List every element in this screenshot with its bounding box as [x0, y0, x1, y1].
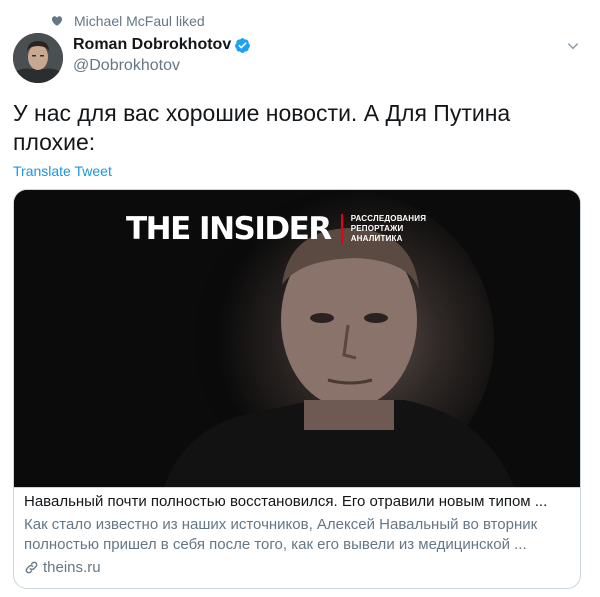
card-body[interactable]: Навальный почти полностью восстановился.…	[14, 487, 580, 588]
brand-logo: THE INSIDER РАССЛЕДОВАНИЯ РЕПОРТАЖИ АНАЛ…	[126, 212, 426, 246]
brand-divider	[340, 214, 343, 244]
chevron-down-icon[interactable]	[565, 38, 581, 54]
brand-title: THE INSIDER	[126, 211, 332, 247]
social-context[interactable]: Michael McFaul liked	[51, 11, 205, 31]
avatar[interactable]	[13, 33, 63, 83]
social-context-text: Michael McFaul liked	[74, 13, 205, 29]
card-title: Навальный почти полностью восстановился.…	[24, 493, 548, 510]
brand-tag: РЕПОРТАЖИ	[350, 224, 404, 233]
link-icon	[24, 560, 39, 575]
brand-tag: РАССЛЕДОВАНИЯ	[350, 214, 427, 223]
author-display-name[interactable]: Roman Dobrokhotov	[73, 36, 231, 54]
card-description: Как стало известно из наших источников, …	[24, 516, 538, 553]
brand-tag: АНАЛИТИКА	[350, 234, 403, 243]
card-image[interactable]: THE INSIDER РАССЛЕДОВАНИЯ РЕПОРТАЖИ АНАЛ…	[14, 190, 580, 487]
author-name-row[interactable]: Roman Dobrokhotov	[73, 36, 251, 54]
card-domain: theins.ru	[24, 559, 101, 576]
brand-tags: РАССЛЕДОВАНИЯ РЕПОРТАЖИ АНАЛИТИКА	[351, 214, 426, 244]
link-preview-card[interactable]: THE INSIDER РАССЛЕДОВАНИЯ РЕПОРТАЖИ АНАЛ…	[13, 189, 581, 589]
author-handle[interactable]: @Dobrokhotov	[73, 57, 180, 75]
tweet-text: У нас для вас хорошие новости. А Для Пут…	[13, 100, 511, 155]
heart-icon	[51, 15, 63, 27]
card-domain-text: theins.ru	[43, 559, 101, 576]
translate-tweet-link[interactable]: Translate Tweet	[13, 163, 112, 179]
verified-badge-icon	[234, 37, 251, 54]
